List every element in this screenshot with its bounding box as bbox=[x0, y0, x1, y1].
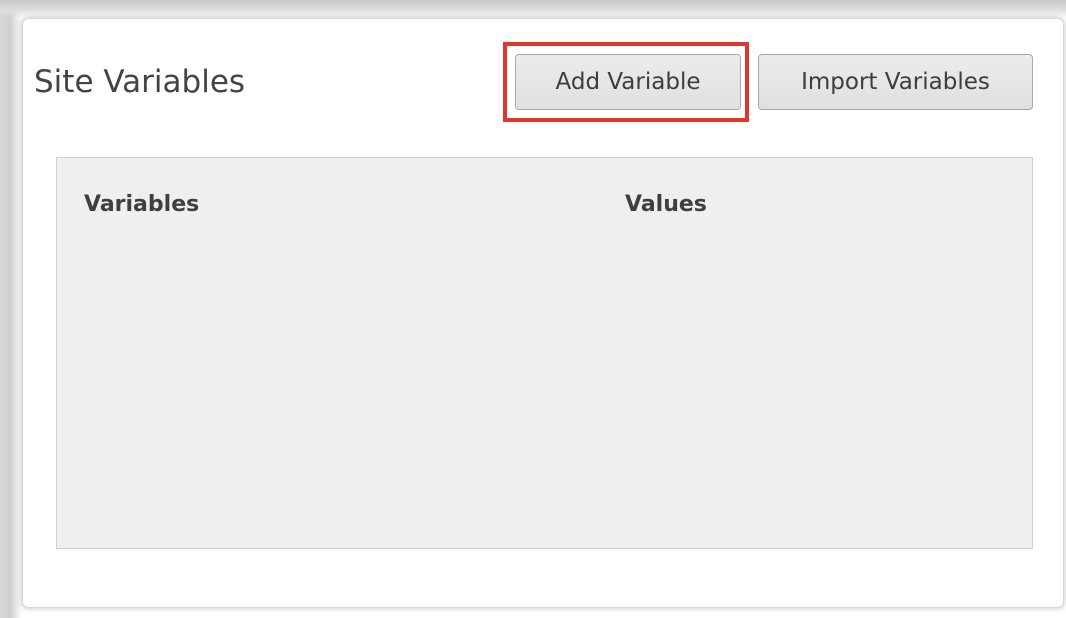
import-variables-button[interactable]: Import Variables bbox=[758, 54, 1033, 110]
screenshot-stage: Site Variables Add Variable Import Varia… bbox=[0, 0, 1066, 618]
column-header-values: Values bbox=[625, 192, 707, 217]
highlight-box bbox=[503, 42, 749, 122]
variables-table bbox=[56, 157, 1033, 549]
column-header-variables: Variables bbox=[84, 192, 200, 217]
outer-frame-top bbox=[0, 0, 1066, 18]
page-title: Site Variables bbox=[34, 64, 246, 100]
